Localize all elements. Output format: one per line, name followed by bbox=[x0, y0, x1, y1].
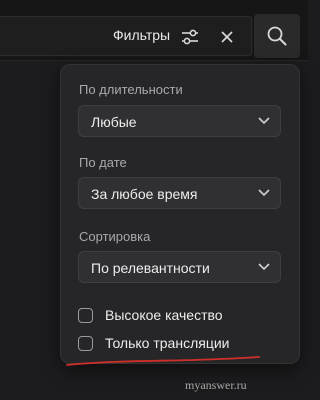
sort-select[interactable]: По релевантности bbox=[78, 251, 281, 283]
checkbox[interactable] bbox=[78, 308, 93, 323]
option-label: Высокое качество bbox=[105, 307, 223, 323]
date-select[interactable]: За любое время bbox=[78, 177, 281, 209]
date-select-value: За любое время bbox=[91, 186, 198, 202]
option-high-quality[interactable]: Высокое качество bbox=[78, 305, 278, 327]
search-button[interactable] bbox=[254, 14, 300, 58]
top-bar: Фильтры bbox=[0, 0, 308, 60]
magnifier-icon bbox=[267, 26, 287, 46]
close-icon[interactable] bbox=[217, 27, 237, 47]
watermark: myanswer.ru bbox=[185, 378, 247, 392]
sort-select-value: По релевантности bbox=[91, 260, 210, 276]
sliders-icon[interactable] bbox=[180, 27, 200, 47]
checkbox[interactable] bbox=[78, 336, 93, 351]
duration-select-value: Любые bbox=[91, 114, 137, 130]
duration-label: По длительности bbox=[79, 82, 183, 97]
divider bbox=[0, 60, 308, 61]
date-label: По дате bbox=[79, 155, 127, 170]
option-live-only[interactable]: Только трансляции bbox=[78, 333, 278, 355]
filters-label[interactable]: Фильтры bbox=[113, 27, 170, 43]
option-label: Только трансляции bbox=[105, 335, 230, 351]
duration-select[interactable]: Любые bbox=[78, 105, 281, 137]
sort-label: Сортировка bbox=[79, 229, 151, 244]
chevron-down-icon bbox=[258, 117, 270, 125]
red-underline-annotation bbox=[66, 356, 260, 366]
chevron-down-icon bbox=[258, 263, 270, 271]
filters-panel: По длительности Любые По дате За любое в… bbox=[60, 64, 300, 364]
chevron-down-icon bbox=[258, 189, 270, 197]
